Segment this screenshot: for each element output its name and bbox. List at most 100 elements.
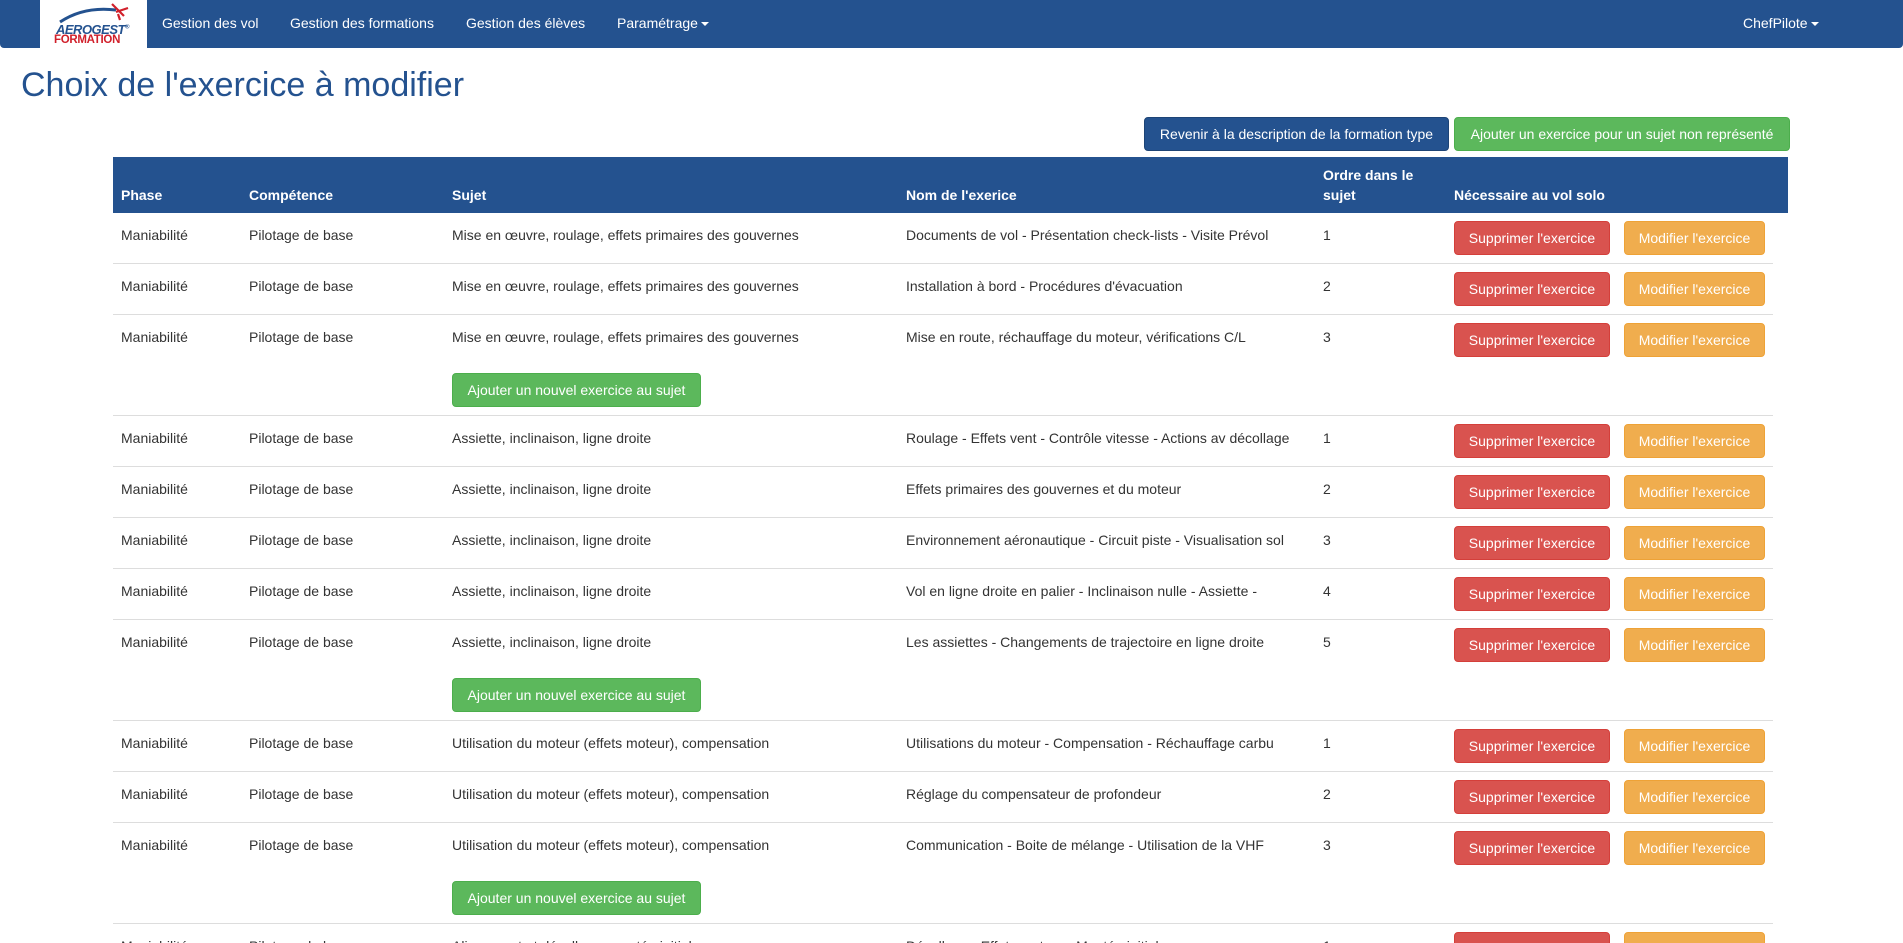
delete-exercise-button[interactable]: Supprimer l'exercice [1454,831,1610,865]
aerogest-logo[interactable]: AEROGEST® FORMATION [40,0,147,48]
cell-phase: Maniabilité [121,430,188,446]
header-ordre-line2: sujet [1323,187,1356,203]
modify-exercise-button[interactable]: Modifier l'exercice [1624,831,1765,865]
cell-sujet: Mise en œuvre, roulage, effets primaires… [452,227,799,243]
delete-exercise-button[interactable]: Supprimer l'exercice [1454,628,1610,662]
delete-exercise-button[interactable]: Supprimer l'exercice [1454,424,1610,458]
delete-exercise-button[interactable]: Supprimer l'exercice [1454,221,1610,255]
cell-competence: Pilotage de base [249,532,354,548]
modify-exercise-button[interactable]: Modifier l'exercice [1624,272,1765,306]
table-row: Maniabilité Pilotage de base Assiette, inc… [113,569,1773,620]
table-row: Maniabilité Pilotage de base Assiette, inc… [113,467,1773,518]
add-unrepresented-exercise-button[interactable]: Ajouter un exercice pour un sujet non re… [1454,117,1790,151]
modify-exercise-button[interactable]: Modifier l'exercice [1624,221,1765,255]
delete-exercise-button[interactable]: Supprimer l'exercice [1454,475,1610,509]
nav-parametrage-dropdown[interactable]: Paramétrage [617,15,709,31]
table-row: Maniabilité Pilotage de base Utilisation d… [113,721,1773,772]
cell-phase: Maniabilité [121,481,188,497]
table-row: Maniabilité Pilotage de base Mise en œuvre… [113,213,1773,264]
table-row: Maniabilité Pilotage de base Mise en œuvre… [113,264,1773,315]
delete-exercise-button[interactable]: Supprimer l'exercice [1454,323,1610,357]
modify-exercise-button[interactable]: Modifier l'exercice [1624,729,1765,763]
cell-ordre: 2 [1323,786,1331,802]
modify-exercise-button[interactable]: Modifier l'exercice [1624,323,1765,357]
cell-sujet: Mise en œuvre, roulage, effets primaires… [452,329,799,345]
cell-ordre: 1 [1323,430,1331,446]
logo-text-bottom: FORMATION [54,34,121,46]
header-vol-solo: Nécessaire au vol solo [1454,187,1605,203]
cell-competence: Pilotage de base [249,278,354,294]
airplane-swoosh-icon [59,3,129,24]
header-ordre-line1: Ordre dans le [1323,167,1414,183]
header-competence: Compétence [249,187,334,203]
cell-competence: Pilotage de base [249,786,354,802]
delete-exercise-button[interactable]: Supprimer l'exercice [1454,577,1610,611]
delete-exercise-button[interactable]: Supprimer l'exercice [1454,780,1610,814]
cell-ordre: 2 [1323,481,1331,497]
nav-gestion-formations[interactable]: Gestion des formations [290,15,434,31]
modify-exercise-button[interactable]: Modifier l'exercice [1624,475,1765,509]
modify-exercise-button[interactable]: Modifier l'exercice [1624,780,1765,814]
cell-competence: Pilotage de base [249,430,354,446]
cell-competence: Pilotage de base [249,481,354,497]
add-exercise-to-subject-button[interactable]: Ajouter un nouvel exercice au sujet [452,881,701,915]
cell-ordre: 1 [1323,735,1331,751]
cell-nom-exercice: Mise en route, réchauffage du moteur, vé… [906,329,1246,345]
cell-phase: Maniabilité [121,735,188,751]
user-menu-dropdown[interactable]: ChefPilote [1743,15,1819,31]
modify-exercise-button[interactable]: Modifier l'exercice [1624,526,1765,560]
table-row: Maniabilité Pilotage de base Mise en œuvre… [113,315,1773,416]
cell-sujet: Utilisation du moteur (effets moteur), c… [452,735,770,751]
cell-phase: Maniabilité [121,227,188,243]
cell-nom-exercice: Les assiettes - Changements de trajectoi… [906,634,1264,650]
cell-phase: Maniabilité [121,936,188,943]
back-to-formation-button[interactable]: Revenir à la description de la formation… [1144,117,1449,151]
cell-competence: Pilotage de base [249,583,354,599]
cell-sujet: Assiette, inclinaison, ligne droite [452,583,652,599]
cell-sujet: Alignement et décollage, montée initiale [452,936,700,943]
delete-exercise-button[interactable]: Supprimer l'exercice [1454,729,1610,763]
cell-phase: Maniabilité [121,583,188,599]
delete-exercise-button[interactable]: Supprimer l'exercice [1454,272,1610,306]
header-nom-exercice: Nom de l'exerice [906,187,1017,203]
cell-ordre: 2 [1323,278,1331,294]
cell-ordre: 3 [1323,329,1331,345]
nav-gestion-eleves[interactable]: Gestion des élèves [466,15,585,31]
cell-sujet: Assiette, inclinaison, ligne droite [452,532,652,548]
header-sujet: Sujet [452,187,487,203]
cell-sujet: Assiette, inclinaison, ligne droite [452,481,652,497]
cell-competence: Pilotage de base [249,634,354,650]
add-exercise-to-subject-button[interactable]: Ajouter un nouvel exercice au sujet [452,373,701,407]
caret-down-icon [1810,22,1819,27]
add-exercise-to-subject-button[interactable]: Ajouter un nouvel exercice au sujet [452,678,701,712]
cell-phase: Maniabilité [121,329,188,345]
cell-nom-exercice: Documents de vol - Présentation check-li… [906,227,1269,243]
modify-exercise-button[interactable]: Modifier l'exercice [1624,424,1765,458]
caret-down-icon [700,22,709,27]
nav-gestion-vol[interactable]: Gestion des vol [162,15,259,31]
delete-exercise-button[interactable]: Supprimer l'exercice [1454,526,1610,560]
cell-phase: Maniabilité [121,532,188,548]
cell-nom-exercice: Utilisations du moteur - Compensation - … [906,735,1274,751]
table-row: Maniabilité Pilotage de base Utilisation d… [113,772,1773,823]
cell-sujet: Utilisation du moteur (effets moteur), c… [452,837,770,853]
modify-exercise-button[interactable]: Modifier l'exercice [1624,577,1765,611]
cell-nom-exercice: Roulage - Effets vent - Contrôle vitesse… [906,430,1290,446]
table-row: Maniabilité Pilotage de base Assiette, inc… [113,416,1773,467]
cell-nom-exercice: Installation à bord - Procédures d'évacu… [906,278,1183,294]
cell-sujet: Assiette, inclinaison, ligne droite [452,634,652,650]
cell-nom-exercice: Effets primaires des gouvernes et du mot… [906,481,1182,497]
delete-exercise-button[interactable]: Supprimer l'exercice [1454,932,1610,943]
modify-exercise-button[interactable]: Modifier l'exercice [1624,628,1765,662]
table-header: Phase Compétence Sujet Nom de l'exerice … [113,157,1788,213]
header-phase: Phase [121,187,163,203]
cell-sujet: Assiette, inclinaison, ligne droite [452,430,652,446]
table-row: Maniabilité Pilotage de base Alignement et… [113,924,1773,943]
modify-exercise-button[interactable]: Modifier l'exercice [1624,932,1765,943]
cell-phase: Maniabilité [121,786,188,802]
cell-competence: Pilotage de base [249,329,354,345]
cell-nom-exercice: Vol en ligne droite en palier - Inclinai… [906,583,1257,599]
cell-nom-exercice: Décollage - Effets moteur - Montée initi… [906,936,1166,943]
cell-ordre: 1 [1323,936,1331,943]
cell-phase: Maniabilité [121,278,188,294]
